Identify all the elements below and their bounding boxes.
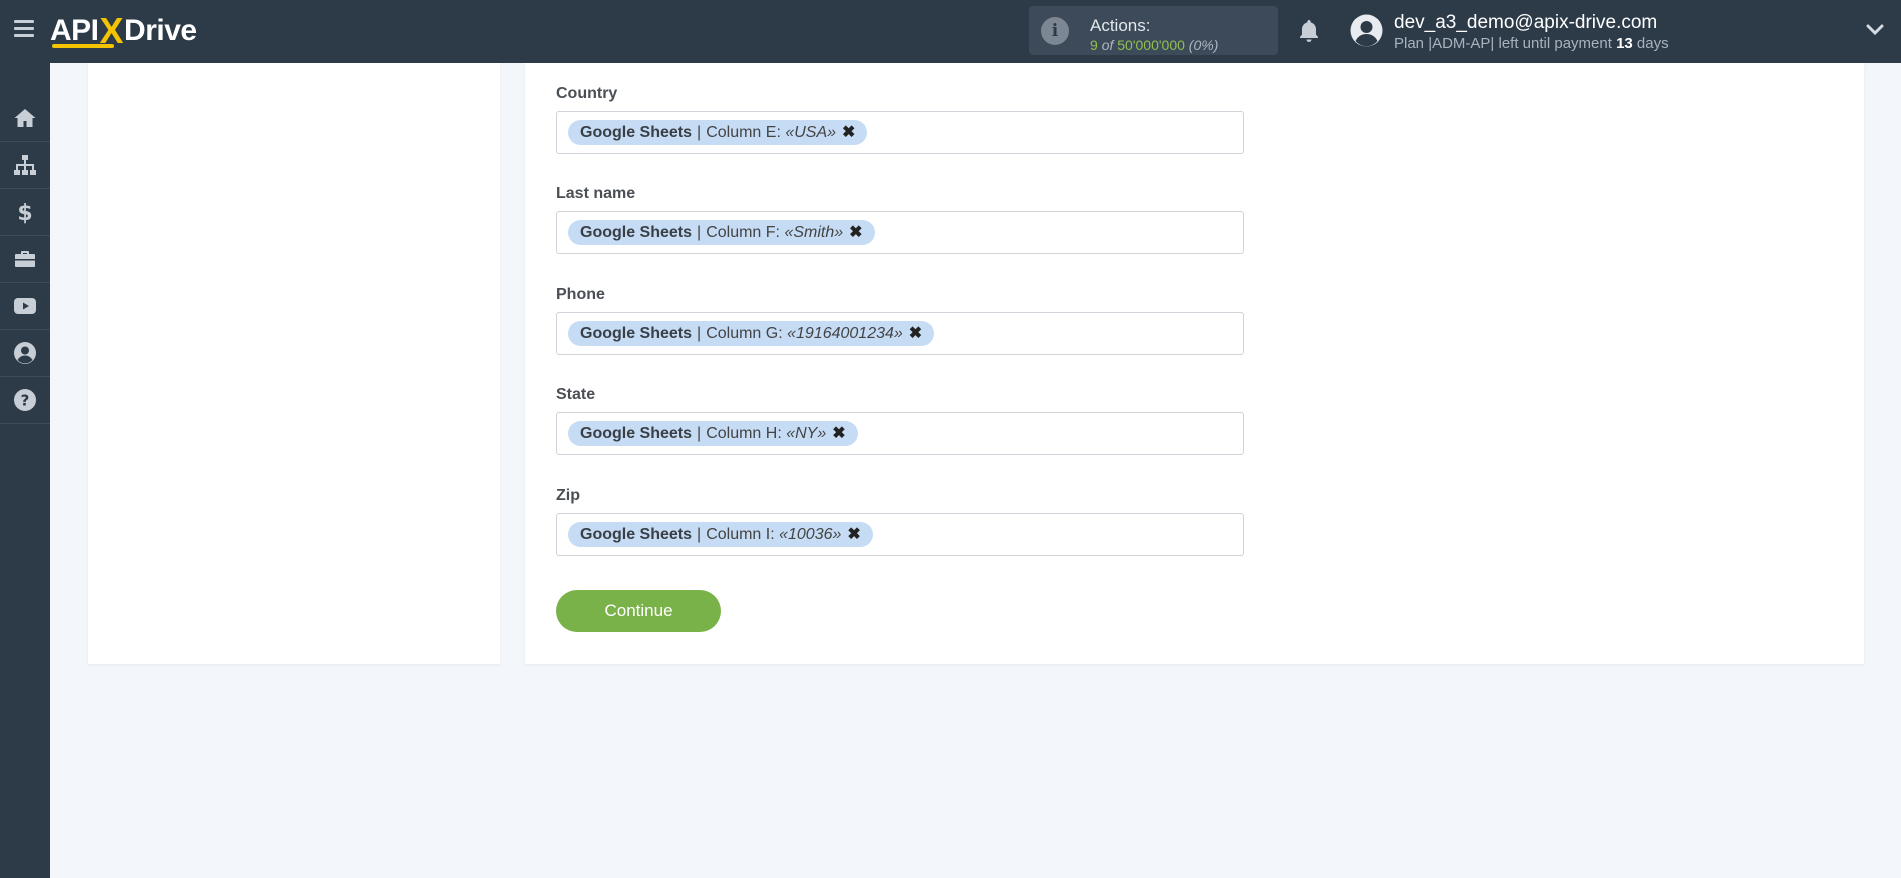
chip-value: «19164001234»: [787, 325, 903, 342]
apix-drive-logo[interactable]: API X Drive: [50, 10, 197, 52]
briefcase-icon: [15, 251, 35, 267]
phone-field[interactable]: Google Sheets | Column G: «19164001234» ✖: [556, 312, 1244, 355]
sidebar-item-account[interactable]: [0, 330, 50, 377]
top-bar: API X Drive i Actions: 9 of 50'000'000 (0%…: [0, 0, 1901, 63]
state-field[interactable]: Google Sheets | Column H: «NY» ✖: [556, 412, 1244, 455]
sidebar-item-help[interactable]: ?: [0, 377, 50, 424]
chip-value: «Smith»: [784, 224, 844, 241]
chip-column: Column I:: [706, 526, 775, 543]
logo-api-text: API: [50, 14, 99, 47]
home-icon: [14, 109, 36, 127]
sidebar-item-billing[interactable]: $: [0, 189, 50, 236]
sitemap-icon: [14, 155, 36, 175]
close-icon[interactable]: ✖: [847, 522, 860, 547]
user-email[interactable]: dev_a3_demo@apix-drive.com: [1394, 12, 1657, 34]
sidebar: $ ?: [0, 63, 50, 878]
dollar-icon: $: [17, 201, 32, 224]
close-icon[interactable]: ✖: [849, 220, 862, 245]
field-label-last-name: Last name: [556, 185, 636, 202]
chip-column: Column E:: [706, 124, 781, 141]
actions-label: Actions:: [1090, 16, 1151, 35]
sidebar-item-briefcase[interactable]: [0, 236, 50, 283]
chip-source: Google Sheets: [580, 526, 693, 543]
actions-percent: (0%): [1188, 37, 1219, 53]
chip-source: Google Sheets: [580, 224, 693, 241]
left-panel: [88, 63, 500, 664]
close-icon[interactable]: ✖: [842, 120, 855, 145]
zip-field[interactable]: Google Sheets | Column I: «10036» ✖: [556, 513, 1244, 556]
field-label-phone: Phone: [556, 286, 605, 303]
field-label-state: State: [556, 386, 596, 403]
actions-used: 9: [1090, 37, 1098, 53]
user-plan: Plan |ADM-AP| left until payment 13 days: [1394, 35, 1669, 52]
sidebar-item-video[interactable]: [0, 283, 50, 330]
mapping-chip: Google Sheets | Column E: «USA» ✖: [568, 120, 868, 145]
actions-total: 50'000'000: [1117, 37, 1185, 53]
youtube-icon: [14, 298, 36, 314]
mapping-chip: Google Sheets | Column G: «19164001234» ✖: [568, 321, 935, 346]
user-circle-icon: [14, 342, 36, 364]
plan-text: Plan |ADM-AP| left until payment: [1394, 35, 1612, 52]
chip-source: Google Sheets: [580, 124, 693, 141]
chevron-down-icon[interactable]: [1865, 22, 1885, 38]
mapping-chip: Google Sheets | Column F: «Smith» ✖: [568, 220, 875, 245]
chip-value: «10036»: [779, 526, 842, 543]
info-icon: i: [1041, 17, 1069, 45]
plan-days-suffix: days: [1636, 35, 1669, 52]
last-name-field[interactable]: Google Sheets | Column F: «Smith» ✖: [556, 211, 1244, 254]
sidebar-item-connections[interactable]: [0, 142, 50, 189]
actions-usage: 9 of 50'000'000 (0%): [1090, 37, 1218, 53]
continue-button[interactable]: Continue: [556, 590, 721, 632]
chip-value: «USA»: [785, 124, 837, 141]
menu-icon[interactable]: [14, 20, 34, 38]
plan-days: 13: [1616, 35, 1633, 52]
mapping-chip: Google Sheets | Column H: «NY» ✖: [568, 421, 858, 446]
bell-icon[interactable]: [1297, 18, 1321, 44]
sidebar-item-home[interactable]: [0, 95, 50, 142]
mapping-chip: Google Sheets | Column I: «10036» ✖: [568, 522, 873, 547]
chip-column: Column G:: [706, 325, 783, 342]
actions-counter[interactable]: i Actions: 9 of 50'000'000 (0%): [1029, 6, 1278, 55]
help-icon: ?: [14, 389, 36, 411]
actions-of: of: [1101, 37, 1114, 53]
svg-text:?: ?: [21, 392, 30, 410]
close-icon[interactable]: ✖: [832, 421, 845, 446]
chip-column: Column F:: [706, 224, 780, 241]
svg-text:$: $: [17, 201, 32, 224]
logo-drive-text: Drive: [124, 14, 197, 47]
chip-source: Google Sheets: [580, 425, 693, 442]
chip-source: Google Sheets: [580, 325, 693, 342]
field-label-zip: Zip: [556, 487, 580, 504]
chip-value: «NY»: [786, 425, 827, 442]
chip-column: Column H:: [706, 425, 782, 442]
close-icon[interactable]: ✖: [909, 321, 922, 346]
avatar[interactable]: [1350, 14, 1383, 47]
country-field[interactable]: Google Sheets | Column E: «USA» ✖: [556, 111, 1244, 154]
logo-underline: [52, 44, 114, 48]
field-label-country: Country: [556, 85, 618, 102]
